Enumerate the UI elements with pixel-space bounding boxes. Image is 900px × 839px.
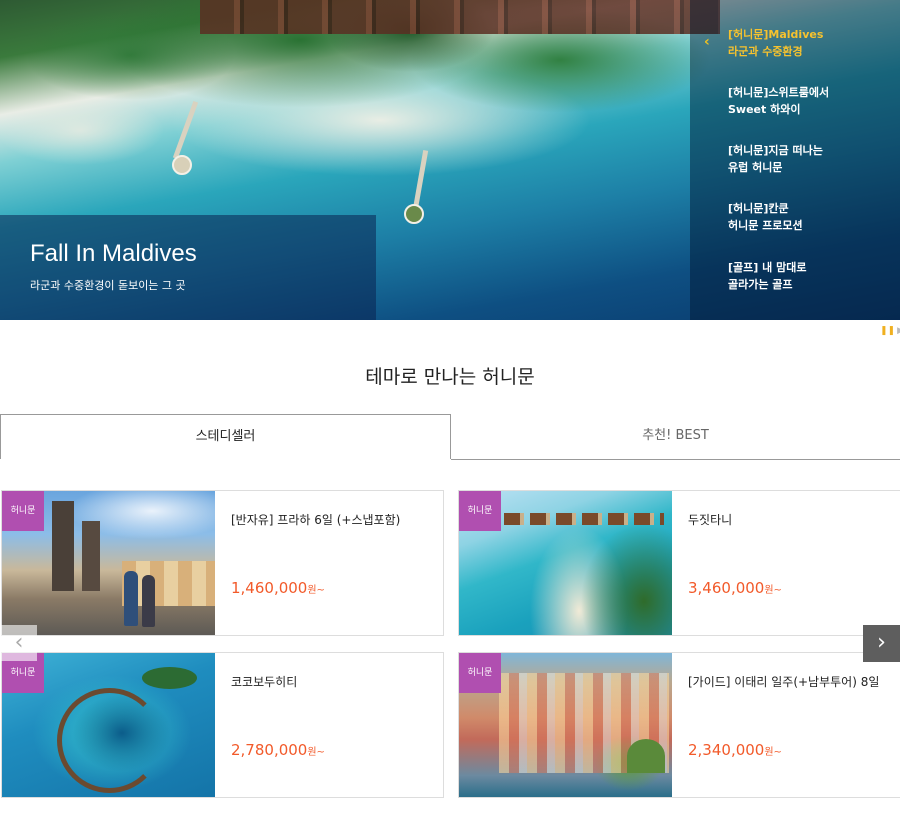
side-item-line1: [허니문]스위트룸에서 [728, 86, 830, 99]
water-hut [172, 155, 192, 175]
water-hut [404, 204, 424, 224]
honeymoon-badge: 허니문 [2, 491, 44, 531]
product-price: 3,460,000원~ [688, 579, 782, 597]
pause-icon[interactable]: ❚❚ [880, 326, 895, 336]
price-unit: 원~ [307, 747, 325, 758]
tab-steady-seller[interactable]: 스테디셀러 [0, 414, 451, 459]
carousel-next-button[interactable]: › [863, 625, 900, 662]
product-card[interactable]: 허니문 [반자유] 프라하 6일 (+스냅포함) 1,460,000원~ [1, 490, 444, 636]
product-price: 2,340,000원~ [688, 741, 782, 759]
church-dome [627, 739, 665, 773]
product-title[interactable]: 두짓타니 [688, 511, 732, 528]
carousel-prev-button[interactable]: ‹ [1, 625, 37, 661]
side-item-line2: 허니문 프로모션 [728, 219, 803, 232]
hero-subtitle: 라군과 수중환경이 돋보이는 그 곳 [30, 279, 186, 292]
product-card[interactable]: 허니문 [가이드] 이태리 일주(+남부투어) 8일 2,340,000원~ [458, 652, 900, 798]
church-tower [82, 521, 100, 591]
side-item-maldives[interactable]: [허니문]Maldives 라군과 수중환경 [728, 26, 898, 60]
jetty [412, 150, 429, 210]
product-price: 1,460,000원~ [231, 579, 325, 597]
hero-title: Fall In Maldives [30, 240, 197, 267]
side-item-europe[interactable]: [허니문]지금 떠나는 유럽 허니문 [728, 142, 898, 176]
tab-recommend-best[interactable]: 추천! BEST [451, 414, 900, 460]
product-price: 2,780,000원~ [231, 741, 325, 759]
side-item-line2: Sweet 하와이 [728, 103, 801, 116]
side-item-cancun[interactable]: [허니문]칸쿤 허니문 프로모션 [728, 200, 898, 234]
honeymoon-badge: 허니문 [459, 491, 501, 531]
product-title[interactable]: 코코보두히티 [231, 673, 297, 690]
villa-roofs [200, 0, 720, 34]
price-value: 2,340,000 [688, 741, 765, 759]
traveler-figure [124, 571, 138, 626]
product-title[interactable]: [반자유] 프라하 6일 (+스냅포함) [231, 511, 400, 528]
section-title: 테마로 만나는 허니문 [365, 366, 535, 388]
side-item-line2: 라군과 수중환경 [728, 45, 803, 58]
price-value: 3,460,000 [688, 579, 765, 597]
traveler-figure [142, 575, 155, 627]
honeymoon-badge: 허니문 [459, 653, 501, 693]
side-item-line1: [허니문]지금 떠나는 [728, 144, 823, 157]
price-unit: 원~ [764, 747, 782, 758]
price-value: 1,460,000 [231, 579, 308, 597]
side-item-line1: [허니문]Maldives [728, 28, 824, 41]
theme-tabs: 스테디셀러 추천! BEST [0, 414, 900, 460]
overwater-huts [504, 513, 664, 525]
villa-ring [57, 688, 162, 793]
side-item-line1: [골프] 내 맘대로 [728, 261, 807, 274]
price-unit: 원~ [307, 585, 325, 596]
side-item-line2: 유럽 허니문 [728, 161, 783, 174]
price-value: 2,780,000 [231, 741, 308, 759]
hero-pager: ❚❚▶ [880, 326, 900, 336]
chevron-left-icon[interactable]: ‹ [704, 34, 710, 50]
product-card[interactable]: 허니문 두짓타니 3,460,000원~ [458, 490, 900, 636]
side-item-line2: 골라가는 골프 [728, 278, 793, 291]
side-item-line1: [허니문]칸쿤 [728, 202, 789, 215]
price-unit: 원~ [764, 585, 782, 596]
side-item-hawaii[interactable]: [허니문]스위트룸에서 Sweet 하와이 [728, 84, 898, 118]
side-item-golf[interactable]: [골프] 내 맘대로 골라가는 골프 [728, 259, 898, 293]
product-card[interactable]: 허니문 코코보두히티 2,780,000원~ [1, 652, 444, 798]
island [142, 667, 197, 689]
church-tower [52, 501, 74, 591]
product-title[interactable]: [가이드] 이태리 일주(+남부투어) 8일 [688, 673, 879, 690]
jetty [172, 100, 199, 160]
hero-banner[interactable]: Fall In Maldives 라군과 수중환경이 돋보이는 그 곳 ‹ [허… [0, 0, 900, 320]
